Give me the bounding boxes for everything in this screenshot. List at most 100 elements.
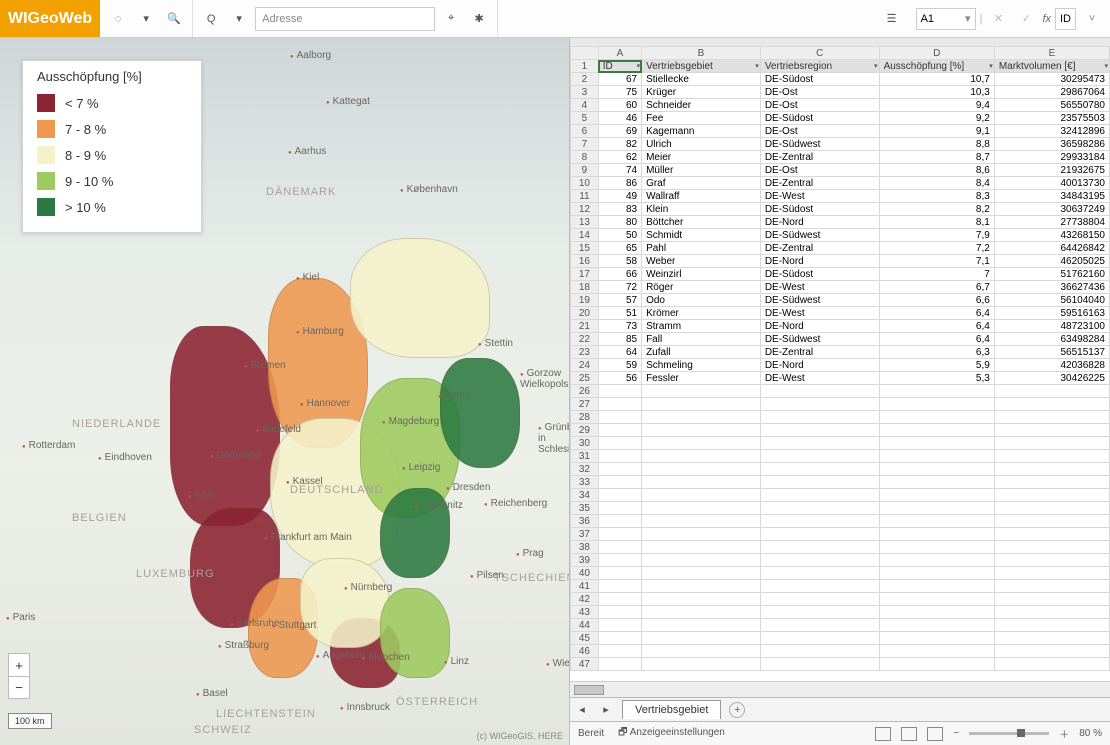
cell[interactable] [879, 437, 994, 450]
add-sheet-button[interactable]: + [729, 702, 745, 718]
cell[interactable] [598, 476, 641, 489]
cell[interactable]: 9,2 [879, 112, 994, 125]
cell[interactable] [879, 424, 994, 437]
column-header[interactable]: B [642, 47, 761, 60]
cell[interactable]: 10,3 [879, 86, 994, 99]
cell[interactable] [642, 619, 761, 632]
cell[interactable]: DE-Südwest [760, 229, 879, 242]
cell[interactable]: 36598286 [994, 138, 1109, 151]
horizontal-scrollbar[interactable] [570, 681, 1110, 697]
cell[interactable] [994, 385, 1109, 398]
cell[interactable] [879, 528, 994, 541]
row-number[interactable]: 18 [571, 281, 599, 294]
cell[interactable] [598, 593, 641, 606]
cell[interactable]: Kagemann [642, 125, 761, 138]
header-cell[interactable]: Vertriebsgebiet▾ [642, 60, 761, 73]
cell[interactable] [598, 463, 641, 476]
cell[interactable] [642, 554, 761, 567]
cell[interactable]: DE-Zentral [760, 346, 879, 359]
cell[interactable]: 23575503 [994, 112, 1109, 125]
cell[interactable]: 8,4 [879, 177, 994, 190]
chevron-down-icon[interactable]: ▾ [965, 12, 971, 25]
display-settings-button[interactable]: 🗗 Anzeigeeinstellungen [618, 725, 725, 742]
map-view[interactable]: DÄNEMARKNIEDERLANDEBELGIENLUXEMBURGDEUTS… [0, 38, 570, 745]
cell[interactable]: Krüger [642, 86, 761, 99]
cell[interactable] [994, 606, 1109, 619]
cell[interactable]: 56 [598, 372, 641, 385]
row-number[interactable]: 21 [571, 320, 599, 333]
cell[interactable] [642, 541, 761, 554]
cell[interactable] [598, 541, 641, 554]
cell[interactable]: 34843195 [994, 190, 1109, 203]
cell[interactable]: 7,2 [879, 242, 994, 255]
cell[interactable] [642, 645, 761, 658]
locate-icon[interactable]: ⌖ [439, 7, 463, 31]
cell[interactable]: 86 [598, 177, 641, 190]
cell[interactable]: 51 [598, 307, 641, 320]
cell[interactable] [760, 385, 879, 398]
zoom-minus-icon[interactable]: − [953, 728, 959, 739]
cell[interactable]: DE-Südost [760, 73, 879, 86]
header-cell[interactable]: ID▾ [598, 60, 641, 73]
cell[interactable] [994, 580, 1109, 593]
dropdown-icon[interactable]: ▾ [134, 7, 158, 31]
column-header[interactable]: A [598, 47, 641, 60]
row-number[interactable]: 31 [571, 450, 599, 463]
map-region[interactable] [350, 238, 490, 358]
cell[interactable] [642, 528, 761, 541]
row-number[interactable]: 14 [571, 229, 599, 242]
cell[interactable]: DE-Zentral [760, 151, 879, 164]
tab-scroll-left-icon[interactable]: ◂ [570, 698, 594, 722]
cell[interactable]: DE-Ost [760, 164, 879, 177]
cell[interactable] [760, 632, 879, 645]
row-number[interactable]: 3 [571, 86, 599, 99]
row-number[interactable]: 17 [571, 268, 599, 281]
cell[interactable]: 32412896 [994, 125, 1109, 138]
spark-icon[interactable]: ✱ [467, 7, 491, 31]
cell[interactable]: DE-Zentral [760, 242, 879, 255]
formula-input[interactable]: ID [1055, 8, 1076, 30]
row-number[interactable]: 40 [571, 567, 599, 580]
cell[interactable]: 5,9 [879, 359, 994, 372]
cell[interactable] [994, 424, 1109, 437]
cell[interactable] [994, 658, 1109, 671]
cell[interactable] [994, 398, 1109, 411]
view-normal-icon[interactable] [875, 727, 891, 741]
row-number[interactable]: 20 [571, 307, 599, 320]
cell[interactable]: DE-Ost [760, 99, 879, 112]
cell[interactable] [879, 619, 994, 632]
cell[interactable] [760, 593, 879, 606]
cell[interactable] [879, 645, 994, 658]
row-number[interactable]: 29 [571, 424, 599, 437]
cell[interactable] [598, 632, 641, 645]
cell[interactable] [994, 619, 1109, 632]
cell[interactable] [598, 528, 641, 541]
cell[interactable] [598, 489, 641, 502]
cell[interactable] [642, 411, 761, 424]
row-number[interactable]: 42 [571, 593, 599, 606]
cell[interactable]: 64426842 [994, 242, 1109, 255]
cell[interactable] [598, 658, 641, 671]
cell[interactable] [642, 515, 761, 528]
cell[interactable] [760, 515, 879, 528]
cell[interactable]: DE-Nord [760, 359, 879, 372]
cell[interactable]: 56515137 [994, 346, 1109, 359]
cell[interactable] [994, 541, 1109, 554]
cell[interactable] [642, 567, 761, 580]
cell[interactable]: 9,1 [879, 125, 994, 138]
row-number[interactable]: 41 [571, 580, 599, 593]
cell[interactable] [760, 554, 879, 567]
cell[interactable] [760, 450, 879, 463]
row-number[interactable]: 38 [571, 541, 599, 554]
row-number[interactable]: 23 [571, 346, 599, 359]
cell[interactable]: 69 [598, 125, 641, 138]
cell[interactable] [642, 606, 761, 619]
filter-icon[interactable]: ▾ [989, 62, 993, 70]
cell[interactable]: 60 [598, 99, 641, 112]
cell[interactable]: 46 [598, 112, 641, 125]
cell[interactable]: 40013730 [994, 177, 1109, 190]
cell[interactable] [879, 385, 994, 398]
menu-icon[interactable]: ☰ [880, 7, 904, 31]
row-number[interactable]: 11 [571, 190, 599, 203]
cell[interactable] [879, 541, 994, 554]
